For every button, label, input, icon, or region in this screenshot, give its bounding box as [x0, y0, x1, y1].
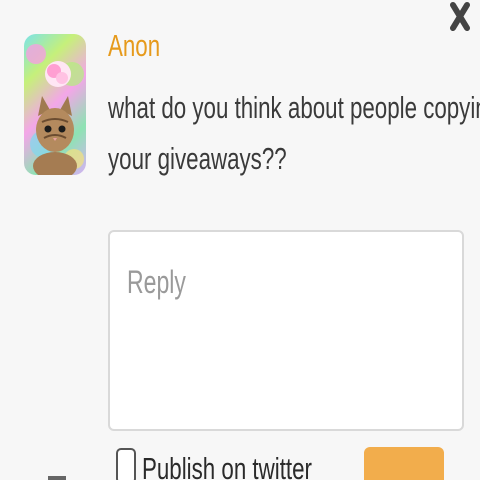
publish-twitter-label[interactable]: Publish on twitter [142, 451, 312, 480]
divider [48, 476, 66, 480]
question-text-line: what do you think about people copying [108, 90, 480, 125]
close-icon [450, 2, 470, 31]
close-button[interactable] [449, 0, 471, 34]
question-author: Anon [108, 28, 161, 63]
reply-input[interactable] [108, 230, 464, 431]
kitten-avatar-icon [26, 44, 84, 175]
avatar [24, 34, 86, 175]
question-text-line: your giveaways?? [108, 141, 287, 176]
publish-twitter-checkbox[interactable] [116, 448, 136, 480]
answer-button[interactable] [364, 447, 444, 480]
question-text: what do you think about people copying y… [108, 82, 480, 184]
